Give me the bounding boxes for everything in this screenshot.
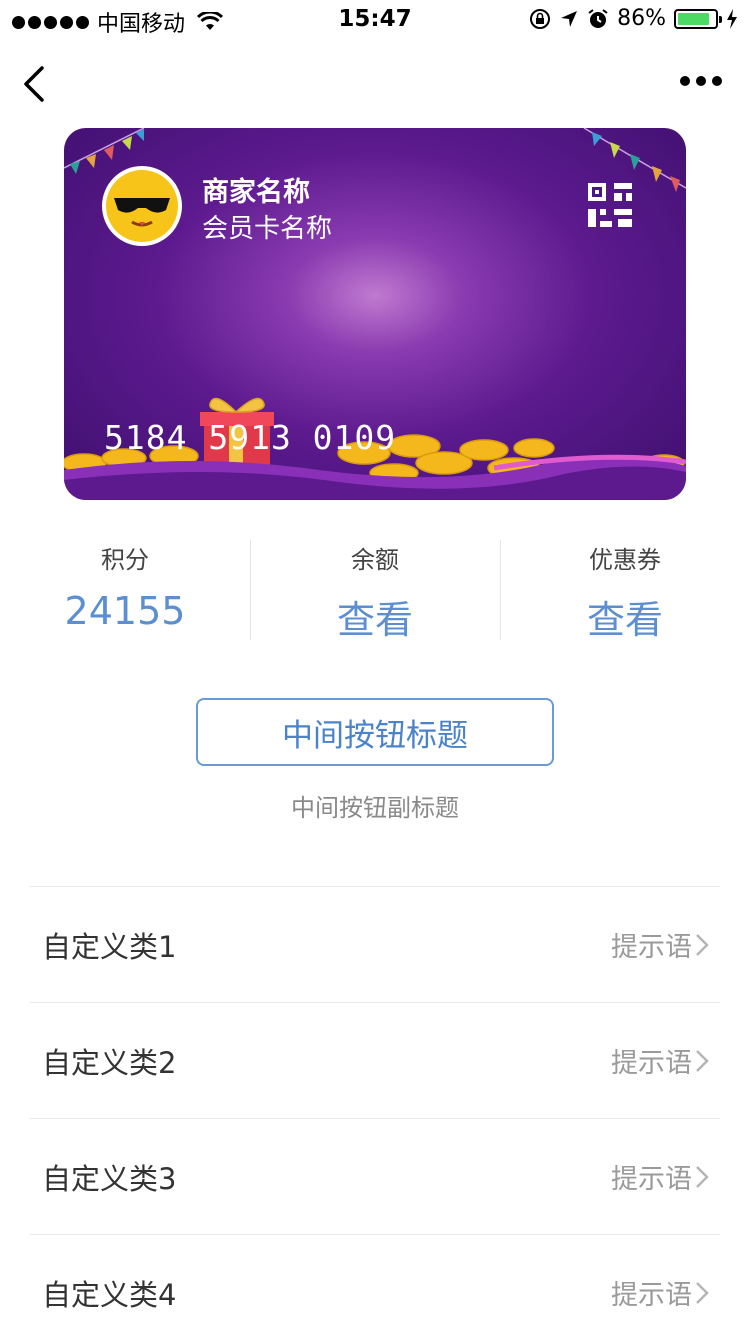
stat-label: 优惠券 [589, 546, 661, 574]
chevron-left-icon[interactable] [20, 64, 50, 104]
battery-icon [674, 8, 722, 29]
list-item-title: 自定义类1 [42, 929, 177, 964]
rotation-lock-icon [530, 8, 551, 29]
merchant-name: 商家名称 [202, 177, 310, 208]
list-item-hint: 提示语 [611, 1048, 692, 1079]
stat-balance[interactable]: 余额 查看 [250, 530, 500, 642]
list-item-title: 自定义类3 [42, 1161, 177, 1196]
list-item-title: 自定义类2 [42, 1045, 177, 1080]
stat-points[interactable]: 积分 24155 [0, 530, 250, 640]
card-number: 5184 5913 0109 [104, 418, 397, 457]
chevron-right-icon [696, 1281, 709, 1304]
alarm-icon [588, 8, 608, 28]
merchant-logo [102, 166, 182, 246]
list-item-hint-wrap: 提示语 [611, 1041, 710, 1080]
sunglasses-emoji-logo [106, 170, 178, 242]
list-item-hint: 提示语 [611, 1280, 692, 1311]
middle-button-subtitle: 中间按钮副标题 [291, 794, 459, 822]
battery-percent: 86% [617, 6, 666, 31]
stat-label: 积分 [101, 546, 149, 574]
stat-value[interactable]: 查看 [250, 589, 500, 644]
member-card[interactable]: 商家名称 会员卡名称 5184 5913 0109 [64, 128, 686, 500]
list-item-hint-wrap: 提示语 [611, 1157, 710, 1196]
qr-code-icon[interactable] [588, 183, 632, 227]
stats-row: 积分 24155 余额 查看 优惠券 查看 [0, 530, 750, 642]
list-item-hint: 提示语 [611, 1164, 692, 1195]
custom-list: 自定义类1 提示语 自定义类2 提示语 自定义类3 提示语 自定义类4 提示语 [30, 886, 720, 1334]
stat-label: 余额 [351, 546, 399, 574]
list-item[interactable]: 自定义类3 提示语 [30, 1118, 720, 1234]
chevron-right-icon [696, 1165, 709, 1188]
chevron-right-icon [696, 1049, 709, 1072]
list-item-hint-wrap: 提示语 [611, 925, 710, 964]
more-dots-icon[interactable] [680, 76, 722, 86]
stat-value: 24155 [64, 589, 186, 633]
charging-icon [727, 8, 737, 29]
status-bar: 中国移动 15:47 86% [0, 0, 750, 40]
chevron-right-icon [696, 933, 709, 956]
location-arrow-icon [561, 10, 578, 27]
list-item-hint: 提示语 [611, 932, 692, 963]
list-item[interactable]: 自定义类2 提示语 [30, 1002, 720, 1118]
stat-coupons[interactable]: 优惠券 查看 [500, 530, 750, 642]
stat-value[interactable]: 查看 [500, 589, 750, 644]
list-item[interactable]: 自定义类4 提示语 [30, 1234, 720, 1334]
list-item-hint-wrap: 提示语 [611, 1273, 710, 1312]
card-name: 会员卡名称 [202, 214, 333, 244]
middle-button[interactable]: 中间按钮标题 [196, 698, 554, 766]
list-item-title: 自定义类4 [42, 1277, 177, 1312]
list-item[interactable]: 自定义类1 提示语 [30, 886, 720, 1002]
